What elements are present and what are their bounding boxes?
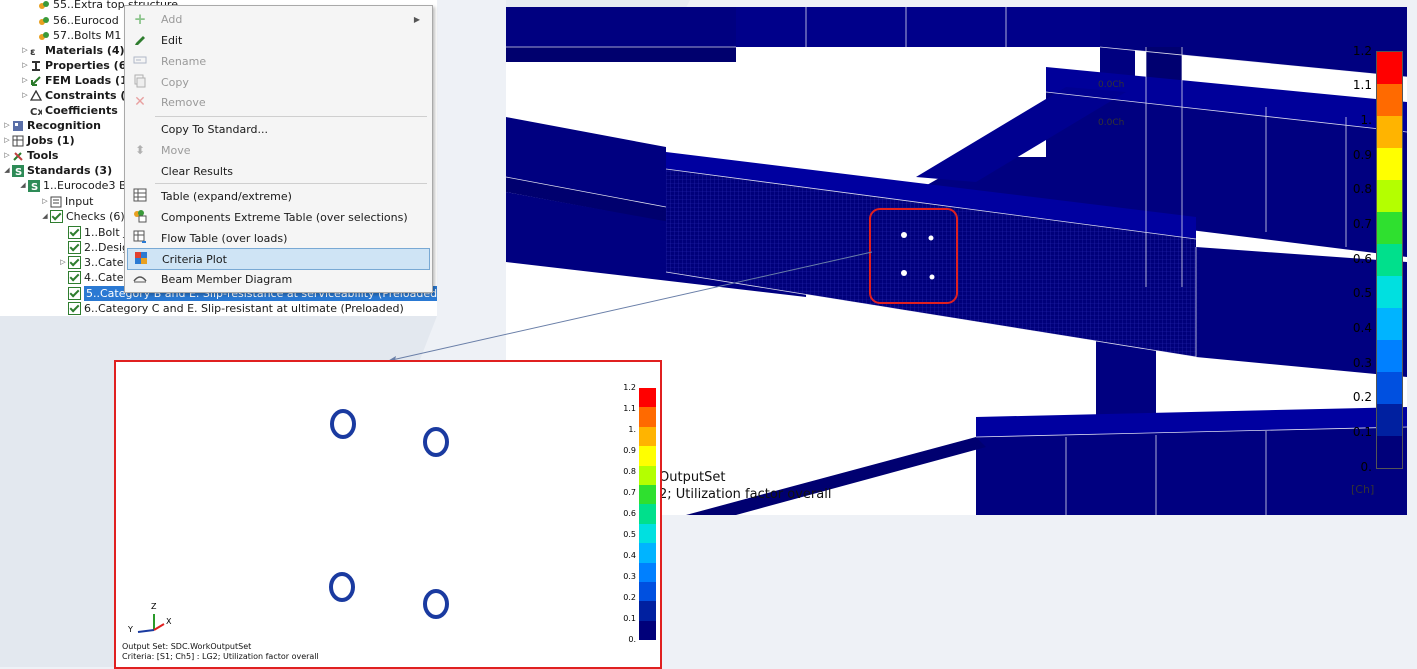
axis-x-label: X xyxy=(166,617,172,626)
criteria-plot-detail: Z Y X Output Set: SDC.WorkOutputSet Crit… xyxy=(114,360,662,669)
legend-color-band xyxy=(639,484,656,505)
legend-color-band xyxy=(639,446,656,466)
axis-z-label: Z xyxy=(151,602,157,611)
legend-tick-label: 0. xyxy=(628,635,636,645)
legend-color-band xyxy=(639,620,656,641)
legend-color-band xyxy=(639,465,656,485)
legend-tick-label: 0.2 xyxy=(623,593,636,603)
output-set-line: Output Set: SDC.WorkOutputSet xyxy=(122,642,252,651)
legend-tick-label: 0.8 xyxy=(623,467,636,477)
legend-color-band xyxy=(639,601,656,621)
criteria-line: Criteria: [S1; Ch5] : LG2; Utilization f… xyxy=(122,652,319,661)
legend-color-band xyxy=(639,543,656,563)
axis-triad-icon xyxy=(137,614,165,633)
legend-color-band xyxy=(639,562,656,582)
legend-tick-label: 1.2 xyxy=(623,383,636,393)
bolt-rings xyxy=(137,409,449,633)
legend-color-band xyxy=(639,504,656,524)
legend-tick-label: 1.1 xyxy=(623,404,636,414)
legend-tick-label: 1. xyxy=(628,425,636,435)
legend-color-band xyxy=(639,523,656,544)
legend-tick-label: 0.3 xyxy=(623,572,636,582)
axis-y-label: Y xyxy=(128,625,133,634)
legend-tick-label: 0.4 xyxy=(623,551,636,561)
legend-tick-label: 0.7 xyxy=(623,488,636,498)
zoom-color-legend xyxy=(639,388,656,641)
legend-tick-label: 0.6 xyxy=(623,509,636,519)
legend-tick-label: 0.1 xyxy=(623,614,636,624)
legend-color-band xyxy=(639,426,656,447)
legend-tick-label: 0.9 xyxy=(623,446,636,456)
legend-color-band xyxy=(639,388,656,408)
legend-tick-label: 0.5 xyxy=(623,530,636,540)
legend-color-band xyxy=(639,581,656,602)
legend-color-band xyxy=(639,407,656,427)
